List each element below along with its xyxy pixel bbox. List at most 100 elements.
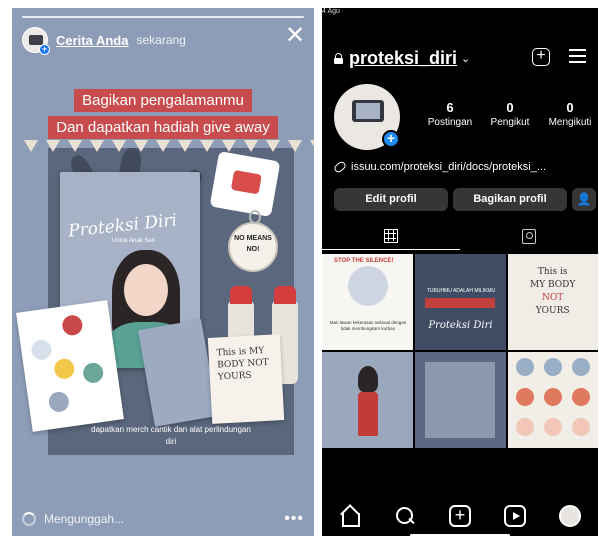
add-story-icon: + [39, 44, 50, 55]
bottom-navbar: + [322, 496, 598, 536]
post-red-band [425, 298, 495, 308]
sticker [61, 313, 84, 337]
story-header: + Cerita Anda sekarang [22, 26, 186, 55]
stat-label: Postingan [427, 117, 473, 128]
post-text-line: NOT [542, 293, 564, 303]
profile-icon[interactable] [559, 505, 582, 527]
no-means-no-keychain: NO MEANS NO! [228, 210, 278, 272]
pennant-garland [24, 140, 314, 154]
post-thumbnail[interactable] [322, 352, 413, 448]
banner-text-1: Bagikan pengalamanmu [74, 89, 252, 112]
face-emoji [572, 388, 590, 406]
face-emoji [516, 358, 534, 376]
face-emoji [544, 388, 562, 406]
sticker [30, 338, 53, 362]
post-text-line: MY BODY [530, 280, 576, 290]
face-emoji [572, 358, 590, 376]
post-illustration [348, 266, 388, 306]
profile-screen: 4 Agu proteksi_diri ⌄ + + 6 Postingan 0 … [322, 8, 598, 536]
face-emoji [516, 418, 534, 436]
stat-label: Pengikut [490, 117, 530, 128]
banner-line-2: Dan dapatkan hadiah give away [12, 116, 314, 139]
postcard [137, 319, 219, 427]
girl-face [124, 264, 168, 316]
search-icon[interactable] [394, 505, 416, 527]
username[interactable]: proteksi_diri [349, 48, 457, 69]
share-profile-button[interactable]: Bagikan profil [453, 188, 567, 211]
book-title: Proteksi Diri [67, 210, 178, 242]
story-footer: Mengunggah... ••• [22, 510, 304, 528]
loading-spinner-icon [22, 512, 36, 526]
poster-caption: dapatkan merch cantik dan alat perlindun… [91, 425, 251, 446]
sticker [53, 357, 76, 381]
reels-icon[interactable] [504, 505, 527, 527]
face-emoji [544, 418, 562, 436]
grid-icon [384, 229, 398, 243]
chevron-down-icon[interactable]: ⌄ [461, 52, 470, 65]
post-figure-dress [358, 392, 378, 436]
sticker [81, 361, 105, 385]
tab-tagged[interactable] [460, 224, 598, 250]
sticker [47, 390, 71, 414]
sticker-sheet [16, 300, 124, 432]
new-post-icon[interactable]: + [448, 505, 471, 527]
post-text: TUBUHMU ADALAH MILIKMU [426, 288, 496, 294]
profile-link-text[interactable]: issuu.com/proteksi_diri/docs/proteksi_..… [351, 161, 546, 173]
stat-label: Mengikuti [548, 117, 592, 128]
post-thumbnail[interactable]: STOP THE SILENCE! Mari lawan kekerasan s… [322, 254, 413, 350]
tagged-icon [522, 229, 536, 244]
story-progress-bar [22, 16, 304, 18]
add-user-icon[interactable]: 👤 [572, 188, 596, 211]
profile-tabs [322, 224, 598, 250]
my-body-card: This is MY BODY NOT YOURS [207, 334, 285, 424]
stat-followers[interactable]: 0 Pengikut [486, 100, 534, 128]
harassment-keychain [209, 151, 281, 217]
stat-following[interactable]: 0 Mengikuti [542, 100, 598, 128]
link-icon [332, 160, 348, 174]
status-time: 4 Agu [322, 8, 340, 15]
story-poster: Proteksi Diri Untuk Anak Seri NO MEANS N… [16, 140, 314, 455]
face-emoji [572, 418, 590, 436]
profile-topbar: proteksi_diri ⌄ + [334, 46, 586, 70]
card-text: This is MY BODY NOT YOURS [216, 346, 269, 383]
post-thumbnail[interactable] [415, 352, 506, 448]
megaphone-icon [230, 169, 262, 195]
avatar-phone-image [29, 35, 43, 45]
post-text: This is MY BODY NOT YOURS [530, 266, 575, 318]
post-illustration [425, 362, 495, 438]
stat-number: 0 [566, 100, 574, 115]
post-text: STOP THE SILENCE! [334, 258, 394, 264]
book-subtitle: Untuk Anak Seri [112, 238, 156, 244]
banner-text-2: Dan dapatkan hadiah give away [48, 116, 278, 139]
add-icon[interactable]: + [532, 48, 550, 66]
post-figure-hair [358, 366, 378, 392]
post-thumbnail[interactable]: TUBUHMU ADALAH MILIKMU Proteksi Diri [415, 254, 506, 350]
face-emoji [544, 358, 562, 376]
stat-number: 6 [446, 100, 454, 115]
post-text-line: This is [537, 267, 568, 277]
post-text: Mari lawan kekerasan seksual dengan tida… [329, 320, 407, 331]
stat-posts[interactable]: 6 Postingan [420, 100, 480, 128]
post-text-line: YOURS [535, 306, 570, 316]
profile-stats: 6 Postingan 0 Pengikut 0 Mengikuti [418, 100, 598, 136]
add-story-icon[interactable]: + [382, 130, 400, 148]
lock-icon [334, 52, 343, 64]
story-avatar[interactable]: + [22, 27, 50, 55]
post-thumbnail[interactable] [508, 352, 598, 448]
uploading-status: Mengunggah... [44, 512, 125, 526]
post-grid: STOP THE SILENCE! Mari lawan kekerasan s… [322, 254, 598, 448]
home-icon[interactable] [339, 505, 361, 527]
edit-profile-button[interactable]: Edit profil [334, 188, 448, 211]
avatar-phone-screen [356, 103, 380, 119]
story-time: sekarang [136, 33, 186, 47]
more-options-icon[interactable]: ••• [284, 510, 304, 528]
post-thumbnail[interactable]: This is MY BODY NOT YOURS [508, 254, 598, 350]
tab-posts[interactable] [322, 224, 460, 250]
banner-line-1: Bagikan pengalamanmu [12, 89, 314, 112]
menu-icon[interactable] [569, 49, 586, 63]
close-icon[interactable]: ✕ [284, 24, 306, 48]
profile-link[interactable]: issuu.com/proteksi_diri/docs/proteksi_..… [332, 160, 546, 174]
face-emoji [516, 388, 534, 406]
story-owner[interactable]: Cerita Anda [56, 33, 128, 48]
story-viewer: + Cerita Anda sekarang ✕ Bagikan pengala… [12, 8, 314, 536]
